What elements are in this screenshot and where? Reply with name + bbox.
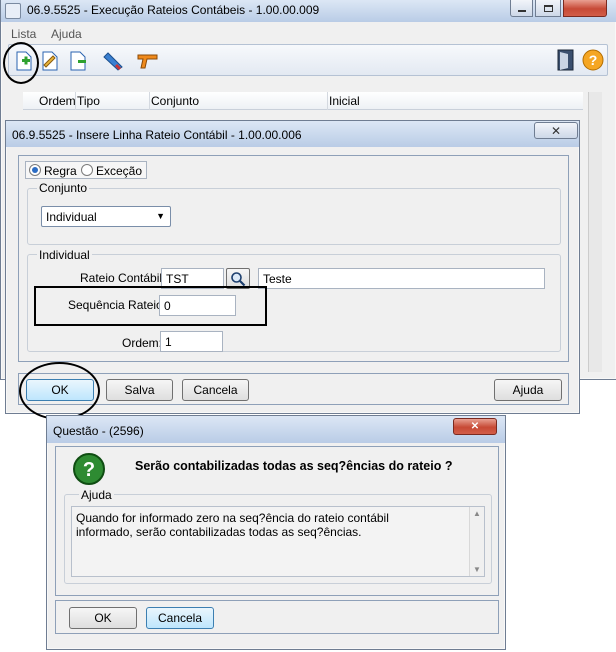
scroll-down-icon[interactable]: ▼ [473,565,481,574]
question-help-label: Ajuda [79,488,114,502]
question-close-button[interactable]: ✕ [453,418,497,435]
question-dialog-title: Questão - (2596) [53,424,144,438]
help-icon[interactable]: ? [582,49,604,71]
chevron-down-icon: ▼ [156,211,165,221]
help-text-line2: informado, serão contabilizadas todas as… [76,525,362,539]
conjunto-select-value: Individual [46,210,97,224]
annotation-circle-ok [19,362,100,420]
main-minimize-button[interactable] [510,0,533,17]
grid-col-divider [75,92,76,110]
menu-bar: Lista Ajuda [1,24,616,42]
annotation-rect-sequencia [34,286,267,326]
individual-group-label: Individual [37,248,92,262]
grid-scrollbar[interactable] [588,92,602,372]
grid-header: Ordem Tipo Conjunto Inicial [23,92,583,110]
question-dialog: Questão - (2596) ✕ ? Serão contabilizada… [46,415,506,650]
insert-ajuda-button[interactable]: Ajuda [494,379,562,401]
tipo-radio-group: Regra Exceção [25,161,147,179]
main-titlebar: 06.9.5525 - Execução Rateios Contábeis -… [1,0,616,22]
insert-titlebar: 06.9.5525 - Insere Linha Rateio Contábil… [6,121,579,147]
annotation-circle-new [3,42,39,84]
conjunto-select[interactable]: Individual ▼ [41,206,171,227]
insert-close-button[interactable]: ✕ [534,122,578,139]
insert-body: Regra Exceção Conjunto Individual ▼ Indi… [18,155,569,362]
radio-regra[interactable] [29,164,41,176]
conjunto-group-label: Conjunto [37,181,90,195]
grid-col-divider [149,92,150,110]
question-button-bar: OK Cancela [55,600,499,634]
svg-text:?: ? [83,459,95,481]
grid-col-ordem[interactable]: Ordem [39,94,76,108]
question-ok-button[interactable]: OK [69,607,137,629]
close-icon: ✕ [550,123,562,138]
close-icon: ✕ [470,421,480,432]
question-titlebar: Questão - (2596) ✕ [47,416,505,443]
edit-doc-icon[interactable] [39,50,61,72]
question-text: Serão contabilizadas todas as seq?ências… [135,459,453,473]
radio-regra-label[interactable]: Regra [44,164,77,178]
toolbar: ? [8,44,608,76]
grid-col-inicial[interactable]: Inicial [329,94,360,108]
help-scrollbar[interactable]: ▲ ▼ [469,507,484,576]
exit-door-icon[interactable] [555,49,577,71]
rateio-label: Rateio Contábil: [80,271,166,285]
radio-excecao[interactable] [81,164,93,176]
question-help-textarea[interactable]: Quando for informado zero na seq?ência d… [71,506,485,577]
maximize-icon [543,4,553,12]
help-question-icon: ? [73,453,105,485]
main-window-title: 06.9.5525 - Execução Rateios Contábeis -… [27,3,320,17]
menu-lista[interactable]: Lista [11,27,36,41]
rateio-desc-input[interactable]: Teste [258,268,545,289]
help-text-line1: Quando for informado zero na seq?ência d… [76,511,389,525]
gun-icon[interactable] [137,50,159,72]
minimize-icon [517,10,526,12]
app-icon [5,3,21,19]
insert-dialog: 06.9.5525 - Insere Linha Rateio Contábil… [5,120,580,414]
insert-dialog-title: 06.9.5525 - Insere Linha Rateio Contábil… [12,128,302,142]
grid-col-divider [327,92,328,110]
scroll-up-icon[interactable]: ▲ [473,509,481,518]
erase-icon[interactable] [102,50,124,72]
question-body: ? Serão contabilizadas todas as seq?ênci… [55,446,499,596]
main-close-button[interactable] [563,0,607,17]
insert-button-bar: OK Salva Cancela Ajuda [18,373,569,405]
insert-salva-button[interactable]: Salva [106,379,173,401]
menu-ajuda[interactable]: Ajuda [51,27,82,41]
copy-doc-icon[interactable] [67,50,89,72]
search-icon [231,272,246,287]
ordem-label: Ordem: [122,336,163,350]
insert-cancela-button[interactable]: Cancela [182,379,249,401]
radio-excecao-label[interactable]: Exceção [96,164,142,178]
question-cancel-button[interactable]: Cancela [146,607,214,629]
main-maximize-button[interactable] [535,0,561,17]
ordem-input[interactable]: 1 [160,331,223,352]
grid-col-conjunto[interactable]: Conjunto [151,94,199,108]
grid-col-tipo[interactable]: Tipo [77,94,100,108]
svg-text:?: ? [589,52,598,68]
